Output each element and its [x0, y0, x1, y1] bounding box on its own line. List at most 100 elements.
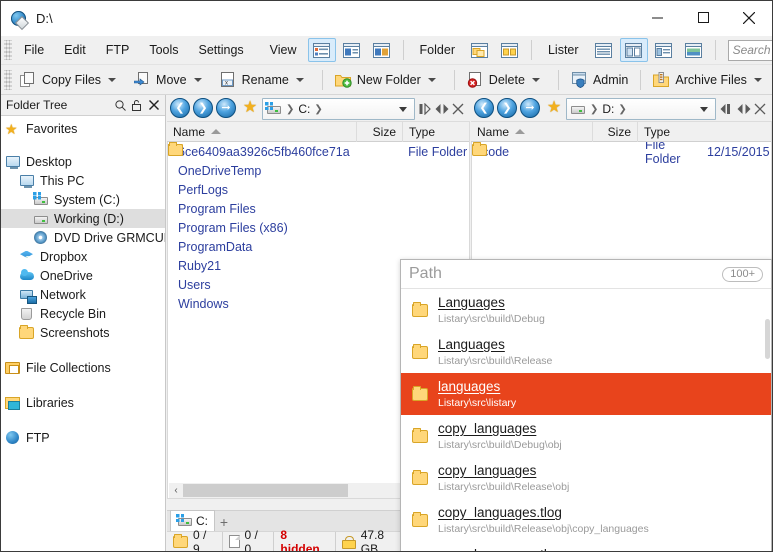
tree-item-working-d[interactable]: Working (D:) [1, 209, 165, 228]
list-view-icon[interactable] [308, 38, 336, 62]
right-pane-close-icon[interactable] [754, 103, 766, 115]
close-button[interactable] [726, 1, 772, 34]
left-breadcrumb-drive[interactable]: C: [296, 102, 312, 116]
file-row[interactable]: OneDriveTemp [168, 161, 469, 180]
left-breadcrumb[interactable]: ❯ C: ❯ [262, 98, 415, 120]
folder-copy-icon[interactable] [466, 38, 494, 62]
menu-settings[interactable]: Settings [189, 38, 254, 62]
menu-ftp[interactable]: FTP [96, 38, 140, 62]
new-folder-button[interactable]: New Folder [329, 68, 448, 92]
listary-results-list[interactable]: LanguagesListary\src\build\DebugLanguage… [401, 289, 771, 552]
file-row[interactable]: PerfLogs [168, 180, 469, 199]
archive-files-button[interactable]: Archive Files [647, 68, 773, 92]
scrollbar-thumb[interactable] [183, 484, 348, 497]
rename-caret[interactable] [296, 78, 304, 82]
rename-button[interactable]: x Rename [214, 68, 316, 92]
tree-item-this-pc[interactable]: This PC [1, 171, 165, 190]
listary-popup[interactable]: Path 100+ LanguagesListary\src\build\Deb… [400, 259, 772, 552]
preview-pane-icon[interactable] [680, 38, 708, 62]
search-input[interactable] [733, 43, 773, 57]
copy-files-button[interactable]: Copy Files [14, 68, 128, 92]
menu-file[interactable]: File [14, 38, 54, 62]
forward-icon[interactable]: ❯ [497, 98, 519, 120]
left-pane-close-icon[interactable] [452, 103, 464, 115]
maximize-button[interactable] [680, 1, 726, 34]
right-col-name[interactable]: Name [471, 121, 593, 142]
listary-result-row[interactable]: copy_languagesListary\src\build\Release\… [401, 457, 771, 499]
up-icon[interactable]: ➞ [520, 98, 542, 120]
delete-button[interactable]: Delete [461, 68, 552, 92]
file-row[interactable]: Program Files [168, 199, 469, 218]
tree-item-screenshots[interactable]: Screenshots [1, 323, 165, 342]
left-breadcrumb-dropdown[interactable] [399, 107, 407, 112]
move-button[interactable]: Move [128, 68, 214, 92]
favorites-star-icon[interactable]: ★ [239, 98, 261, 120]
archive-files-caret[interactable] [754, 78, 762, 82]
up-icon[interactable]: ➞ [216, 98, 238, 120]
listary-result-row[interactable]: copy_languages.tlogListary\src\build\Rel… [401, 499, 771, 541]
listary-result-row[interactable]: copy_languages.tlogListary\src\build\Deb… [401, 541, 771, 552]
right-pane-split-icon[interactable] [737, 103, 751, 115]
close-icon[interactable] [149, 100, 159, 110]
right-breadcrumb-drive[interactable]: D: [600, 102, 616, 116]
tree-item-dropbox[interactable]: Dropbox [1, 247, 165, 266]
file-row[interactable]: 6ce6409aa3926c5fb460fce71aFile Folder [168, 142, 469, 161]
menu-folder[interactable]: Folder [410, 38, 465, 62]
menu-lister[interactable]: Lister [538, 38, 589, 62]
forward-icon[interactable]: ❯ [193, 98, 215, 120]
admin-button[interactable]: Admin [565, 68, 634, 92]
listary-result-row[interactable]: LanguagesListary\src\build\Release [401, 331, 771, 373]
back-icon[interactable]: ❮ [474, 98, 496, 120]
right-breadcrumb-dropdown[interactable] [700, 107, 708, 112]
scroll-left-arrow[interactable]: ‹ [169, 485, 183, 496]
tree-item-dvd-drive-grmcul[interactable]: DVD Drive GRMCUL [1, 228, 165, 247]
listary-result-row[interactable]: LanguagesListary\src\build\Debug [401, 289, 771, 331]
right-col-size[interactable]: Size [593, 121, 638, 142]
tree-item-network[interactable]: Network [1, 285, 165, 304]
dual-pane-icon[interactable] [620, 38, 648, 62]
left-new-tab-button[interactable]: + [215, 512, 233, 531]
single-pane-icon[interactable] [590, 38, 618, 62]
cmdbar-grip[interactable] [4, 70, 12, 90]
menu-tools[interactable]: Tools [139, 38, 188, 62]
left-pane-split-icon[interactable] [419, 103, 432, 115]
tree-item-desktop[interactable]: Desktop [1, 152, 165, 171]
tree-item-file-collections[interactable]: File Collections [1, 358, 165, 377]
tree-item-system-c[interactable]: System (C:) [1, 190, 165, 209]
left-col-size[interactable]: Size [357, 121, 403, 142]
right-breadcrumb[interactable]: ❯ D: ❯ [566, 98, 716, 120]
listary-result-row[interactable]: languagesListary\src\listary [401, 373, 771, 415]
right-pane-swap-icon[interactable] [720, 103, 734, 115]
folder-lock-icon[interactable] [496, 38, 524, 62]
move-caret[interactable] [194, 78, 202, 82]
menubar-grip[interactable] [4, 40, 12, 60]
search-box[interactable] [728, 40, 773, 61]
copy-files-caret[interactable] [108, 78, 116, 82]
tree-item-ftp[interactable]: FTP [1, 428, 165, 447]
file-row[interactable]: codeFile Folder12/15/2015 [472, 142, 771, 161]
tree-item-onedrive[interactable]: OneDrive [1, 266, 165, 285]
right-col-type[interactable]: Type [638, 121, 772, 142]
menu-view[interactable]: View [260, 38, 307, 62]
search-icon[interactable] [115, 100, 126, 111]
favorites-star-icon[interactable]: ★ [543, 98, 565, 120]
menu-edit[interactable]: Edit [54, 38, 96, 62]
thumbnail-view-icon[interactable] [368, 38, 396, 62]
minimize-button[interactable] [634, 1, 680, 34]
delete-caret[interactable] [532, 78, 540, 82]
folder-tree-list[interactable]: ★Favorites DesktopThis PCSystem (C:)Worki… [1, 116, 165, 551]
left-col-type[interactable]: Type [403, 121, 470, 142]
tree-item-recycle-bin[interactable]: Recycle Bin [1, 304, 165, 323]
details-view-icon[interactable] [338, 38, 366, 62]
new-folder-caret[interactable] [428, 78, 436, 82]
file-row[interactable]: ProgramData [168, 237, 469, 256]
left-col-name[interactable]: Name [167, 121, 357, 142]
listary-result-row[interactable]: copy_languagesListary\src\build\Debug\ob… [401, 415, 771, 457]
left-pane-swap-icon[interactable] [435, 103, 449, 115]
tree-item-favorites[interactable]: ★Favorites [1, 119, 165, 138]
unlock-icon[interactable] [132, 100, 143, 111]
file-row[interactable]: Program Files (x86) [168, 218, 469, 237]
back-icon[interactable]: ❮ [170, 98, 192, 120]
tree-item-libraries[interactable]: Libraries [1, 393, 165, 412]
tree-pane-icon[interactable] [650, 38, 678, 62]
